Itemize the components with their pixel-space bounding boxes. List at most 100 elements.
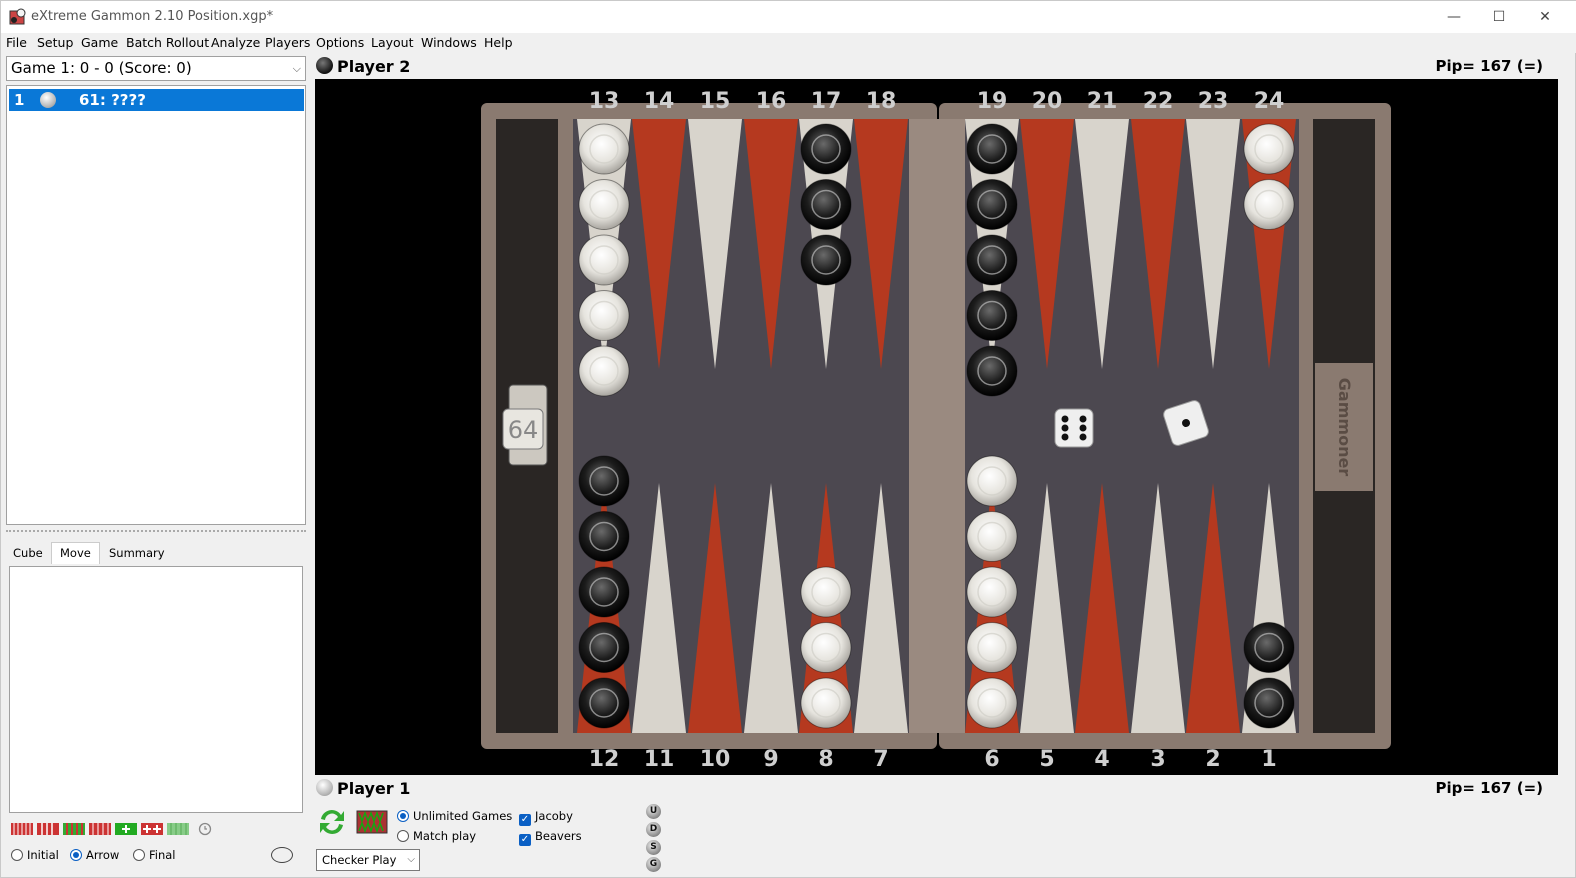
match-play-radio[interactable]: Match play: [397, 829, 476, 843]
tab-cube[interactable]: Cube: [10, 546, 46, 560]
menu-file[interactable]: File: [6, 35, 27, 50]
white-checker[interactable]: [966, 455, 1018, 507]
white-checker[interactable]: [966, 677, 1018, 729]
clock-icon[interactable]: [195, 821, 217, 836]
white-checker[interactable]: [800, 566, 852, 618]
move-number: 1: [14, 91, 25, 109]
white-checker[interactable]: [800, 622, 852, 673]
point-number-label: 11: [644, 747, 675, 772]
game-select[interactable]: Game 1: 0 - 0 (Score: 0) ⌵: [6, 56, 306, 81]
black-checker[interactable]: [966, 345, 1018, 397]
view-initial-radio[interactable]: Initial: [11, 848, 59, 862]
doubling-cube[interactable]: 64: [502, 384, 548, 466]
stats-bar-icon[interactable]: [11, 821, 33, 836]
white-checker[interactable]: [578, 123, 630, 175]
move-list[interactable]: 1 61: ????: [6, 85, 306, 525]
jacoby-checkbox[interactable]: ✓ Jacoby: [519, 809, 573, 826]
point-number-label: 9: [763, 747, 778, 772]
white-checker[interactable]: [800, 677, 852, 729]
minimize-button[interactable]: —: [1431, 1, 1477, 33]
unlimited-games-radio[interactable]: Unlimited Games: [397, 809, 512, 823]
black-checker[interactable]: [966, 290, 1018, 341]
point-number-label: 7: [873, 747, 888, 772]
black-checker[interactable]: [578, 511, 630, 562]
point-number-label: 13: [589, 89, 620, 114]
board-graphic[interactable]: 64 Gammoner 1312141115101691781871962052…: [315, 79, 1558, 775]
move-list-row[interactable]: 1 61: ????: [9, 89, 304, 111]
menu-players[interactable]: Players: [265, 35, 310, 50]
player2-bar: Player 2 Pip= 167 (=): [313, 55, 1563, 79]
cube-value: 64: [508, 416, 539, 444]
menu-windows[interactable]: Windows: [421, 35, 477, 50]
tab-summary[interactable]: Summary: [106, 546, 168, 560]
menu-setup[interactable]: Setup: [37, 35, 73, 50]
white-checker[interactable]: [578, 290, 630, 341]
black-checker[interactable]: [578, 677, 630, 729]
board-setup-icon[interactable]: [355, 807, 389, 837]
menu-game[interactable]: Game: [81, 35, 118, 50]
white-checker[interactable]: [966, 566, 1018, 618]
black-checker[interactable]: [578, 622, 630, 673]
white-checker[interactable]: [1243, 123, 1295, 175]
play-mode-select[interactable]: Checker Play ⌵: [316, 849, 420, 871]
white-checker[interactable]: [578, 234, 630, 286]
side-label: Gammoner: [1335, 378, 1354, 477]
new-game-icon[interactable]: [317, 807, 347, 837]
player2-pip: Pip= 167 (=): [1435, 57, 1543, 75]
view-final-radio[interactable]: Final: [133, 848, 176, 862]
menu-help[interactable]: Help: [484, 35, 513, 50]
white-checker[interactable]: [578, 179, 630, 230]
die-six[interactable]: [1054, 408, 1094, 448]
point-number-label: 16: [756, 89, 787, 114]
game-select-value: Game 1: 0 - 0 (Score: 0): [11, 59, 192, 77]
black-checker[interactable]: [578, 455, 630, 507]
point-number-label: 23: [1198, 89, 1229, 114]
view-arrow-radio[interactable]: Arrow: [70, 848, 119, 862]
white-checker[interactable]: [966, 511, 1018, 562]
menu-layout[interactable]: Layout: [371, 35, 414, 50]
menu-batch-rollout[interactable]: Batch Rollout: [126, 35, 209, 50]
app-icon: [9, 8, 26, 25]
close-button[interactable]: ✕: [1522, 1, 1568, 33]
point-number-label: 3: [1150, 747, 1165, 772]
black-checker[interactable]: [966, 179, 1018, 230]
backgammon-board[interactable]: 64 Gammoner 13 12 14 11 15 10 16 9 17 8 18 7 19 6 20 5 2…: [315, 79, 1558, 775]
point-number-label: 8: [818, 747, 833, 772]
player2-name: Player 2: [337, 57, 411, 76]
move-text: 61: ????: [79, 91, 146, 109]
stats-bar-icon[interactable]: [89, 821, 111, 836]
white-checker[interactable]: [966, 622, 1018, 673]
bar[interactable]: [909, 119, 965, 733]
double-button[interactable]: D: [646, 822, 661, 837]
undo-button[interactable]: U: [646, 804, 661, 819]
play-mode-value: Checker Play: [322, 853, 397, 867]
analysis-pane: [9, 566, 303, 813]
menu-analyze[interactable]: Analyze: [211, 35, 260, 50]
tab-move[interactable]: Move: [51, 542, 100, 564]
black-checker[interactable]: [966, 123, 1018, 175]
stats-bar-icon[interactable]: [63, 821, 85, 836]
black-checker[interactable]: [800, 123, 852, 175]
beavers-checkbox[interactable]: ✓ Beavers: [519, 829, 582, 846]
game-button[interactable]: G: [646, 857, 661, 872]
stats-bar-icon[interactable]: [167, 821, 189, 836]
swap-button[interactable]: S: [646, 840, 661, 855]
panel-splitter[interactable]: [6, 530, 306, 534]
black-checker[interactable]: [1243, 677, 1295, 729]
white-checker[interactable]: [1243, 179, 1295, 230]
black-checker[interactable]: [1243, 622, 1295, 673]
point-number-label: 19: [977, 89, 1008, 114]
maximize-button[interactable]: ☐: [1476, 1, 1522, 33]
double-icon[interactable]: [115, 821, 137, 836]
black-checker[interactable]: [578, 566, 630, 618]
point-number-label: 10: [700, 747, 731, 772]
black-checker[interactable]: [800, 234, 852, 286]
menu-options[interactable]: Options: [316, 35, 364, 50]
menu-bar: File Setup Game Batch Rollout Analyze Pl…: [1, 33, 1576, 53]
comment-bubble-icon[interactable]: [271, 847, 293, 863]
stats-bar-icon[interactable]: [37, 821, 59, 836]
black-checker[interactable]: [966, 234, 1018, 286]
black-checker[interactable]: [800, 179, 852, 230]
white-checker[interactable]: [578, 345, 630, 397]
redouble-icon[interactable]: [141, 821, 163, 836]
